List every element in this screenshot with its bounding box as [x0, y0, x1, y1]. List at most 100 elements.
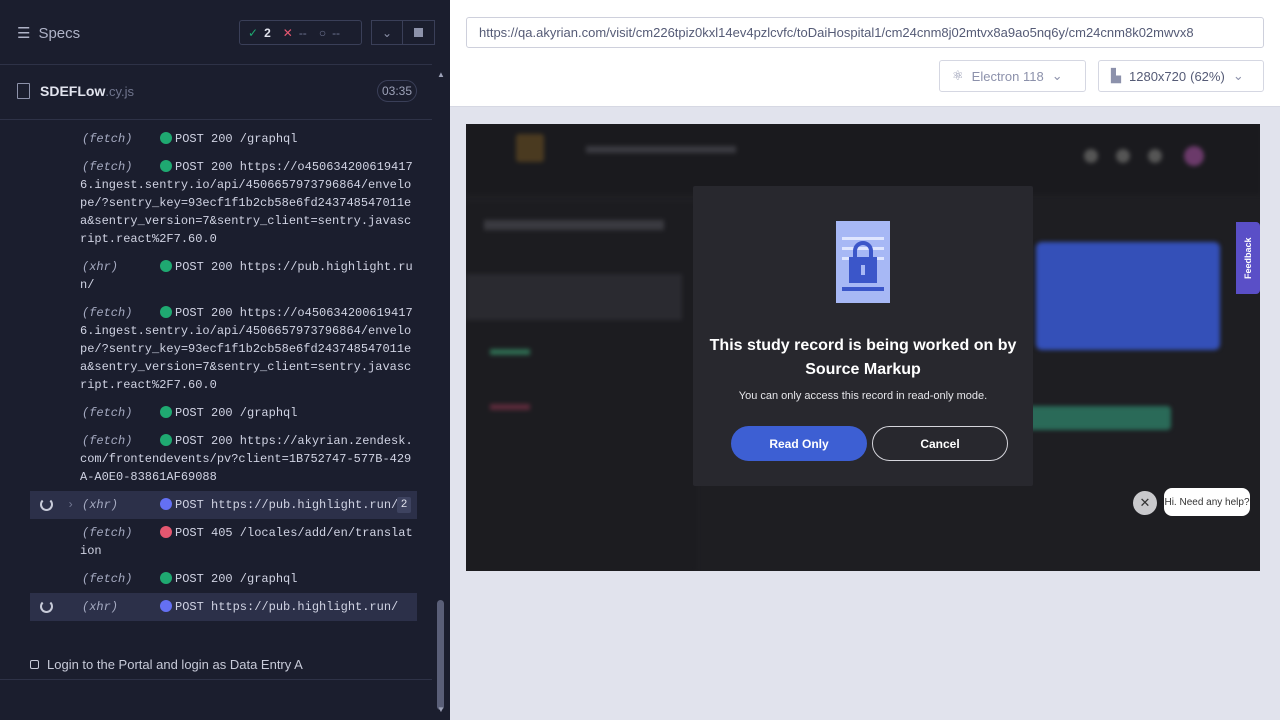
request-type: (xhr): [82, 498, 119, 512]
command-log-row[interactable]: (fetch) POST 200 /graphql: [30, 399, 417, 427]
request-type: (fetch): [82, 406, 133, 420]
help-chat-bubble[interactable]: Hi. Need any help?: [1164, 488, 1250, 516]
request-message: POST https://pub.highlight.run/: [80, 496, 417, 514]
request-text: POST https://pub.highlight.run/: [175, 600, 399, 614]
cross-icon: ✕: [282, 25, 293, 40]
app-green-badge: [1021, 406, 1171, 430]
sidebar-item: [490, 404, 530, 410]
chevron-right-icon[interactable]: ›: [67, 496, 74, 514]
scroll-up-icon[interactable]: ▲: [437, 70, 445, 79]
command-log-row[interactable]: (fetch) POST 200 https://akyrian.zendesk.…: [30, 427, 417, 491]
modal-subtitle: You can only access this record in read-…: [738, 390, 988, 402]
command-log-row[interactable]: (fetch) POST 200 https://o450634200619417…: [30, 153, 417, 253]
stop-button[interactable]: [403, 20, 435, 45]
read-only-button[interactable]: Read Only: [731, 426, 867, 461]
command-log-row[interactable]: (fetch) POST 200 /graphql: [30, 125, 417, 153]
command-log-panel: ☰ Specs ✓ 2 ✕ -- ○ -- ⌄ SDEFLow.cy.js 03…: [0, 0, 450, 720]
spinner-icon: [40, 498, 53, 511]
stop-icon: [414, 28, 423, 37]
request-type: (fetch): [82, 572, 133, 586]
document-icon: [17, 83, 30, 99]
chevron-down-icon: ⌄: [1051, 68, 1063, 83]
sidebar-heading: [484, 220, 664, 230]
request-type: (fetch): [82, 132, 133, 146]
request-type: (fetch): [82, 306, 133, 320]
modal-title: This study record is being worked on by …: [709, 337, 1017, 378]
request-type: (fetch): [82, 160, 133, 174]
failed-count: --: [298, 25, 307, 40]
url-input[interactable]: https://qa.akyrian.com/visit/cm226tpiz0k…: [466, 17, 1264, 48]
chevron-down-icon: ⌄: [1232, 68, 1244, 83]
spinner-icon: ○: [318, 25, 327, 40]
app-preview-panel: https://qa.akyrian.com/visit/cm226tpiz0k…: [450, 0, 1280, 720]
command-log-row[interactable]: (fetch) POST 200 https://o450634200619417…: [30, 299, 417, 399]
request-text: POST 200 https://pub.highlight.run/: [80, 260, 413, 292]
request-count-badge: 2: [397, 497, 411, 513]
status-dot-icon: [160, 306, 172, 318]
browser-selector[interactable]: ⚛ Electron 118 ⌄: [939, 60, 1086, 92]
status-dot-icon: [160, 132, 172, 144]
help-icon: [1148, 149, 1162, 163]
specs-button[interactable]: ☰ Specs: [17, 24, 81, 43]
app-iframe: This study record is being worked on by …: [466, 124, 1260, 571]
spec-file-name[interactable]: SDEFLow.cy.js: [40, 83, 134, 99]
status-dot-icon: [160, 260, 172, 272]
electron-icon: ⚛: [952, 68, 964, 83]
duration-badge: 03:35: [377, 80, 417, 102]
status-dot-icon: [160, 406, 172, 418]
sidebar-item: [490, 349, 530, 355]
aut-header: https://qa.akyrian.com/visit/cm226tpiz0k…: [450, 0, 1280, 107]
test-status-icon: [30, 660, 39, 669]
request-message: POST https://pub.highlight.run/: [80, 598, 417, 616]
command-log-row[interactable]: (fetch) POST 405 /locales/add/en/translat…: [30, 519, 417, 565]
status-dot-icon: [160, 498, 172, 510]
avatar: [1184, 146, 1204, 166]
test-title[interactable]: Login to the Portal and login as Data En…: [30, 657, 417, 672]
request-text: POST 200 /graphql: [175, 572, 298, 586]
status-dot-icon: [160, 434, 172, 446]
feedback-tab[interactable]: Feedback: [1236, 222, 1260, 294]
app-topbar: [466, 124, 1260, 194]
request-text: POST https://pub.highlight.run/: [175, 498, 399, 512]
viewport-label: 1280x720: [1129, 68, 1187, 84]
scroll-down-icon[interactable]: ▼: [437, 705, 445, 714]
status-dot-icon: [160, 572, 172, 584]
log-footer-divider: [0, 679, 432, 680]
status-dot-icon: [160, 600, 172, 612]
specs-label: Specs: [38, 24, 81, 42]
scroll-thumb[interactable]: [437, 600, 444, 710]
request-message: POST 200 https://pub.highlight.run/: [80, 258, 417, 294]
request-type: (fetch): [82, 434, 133, 448]
request-text: POST 200 /graphql: [175, 406, 298, 420]
request-type: (fetch): [82, 526, 133, 540]
lock-icon: [836, 221, 890, 303]
log-scrollbar[interactable]: ▲ ▼: [432, 65, 450, 720]
viewport-selector[interactable]: ▙ 1280x720 (62%) ⌄: [1098, 60, 1264, 92]
viewport-scale: (62%): [1190, 68, 1225, 84]
read-only-modal: This study record is being worked on by …: [693, 186, 1033, 486]
app-blue-card: [1036, 242, 1220, 350]
request-type: (xhr): [82, 260, 119, 274]
passed-count: 2: [264, 25, 271, 40]
status-dot-icon: [160, 160, 172, 172]
spec-file-header: SDEFLow.cy.js 03:35: [0, 66, 432, 120]
app-logo: [516, 134, 544, 162]
viewport-icon: ▙: [1111, 68, 1121, 83]
chevron-down-icon[interactable]: ⌄: [371, 20, 403, 45]
browser-label: Electron 118: [971, 68, 1044, 84]
command-log-row[interactable]: (fetch) POST 200 /graphql: [30, 565, 417, 593]
bell-icon: [1116, 149, 1130, 163]
command-log-row[interactable]: (xhr) POST https://pub.highlight.run/: [30, 593, 417, 621]
sidebar-item-selected: [466, 274, 682, 320]
command-log-row[interactable]: (xhr) POST 200 https://pub.highlight.run/: [30, 253, 417, 299]
command-log-row[interactable]: › (xhr) POST https://pub.highlight.run/2: [30, 491, 417, 519]
command-log: (fetch) POST 200 /graphql (fetch) POST 200 …: [30, 125, 417, 621]
spinner-icon: [40, 600, 53, 613]
app-sidebar: [466, 204, 696, 571]
cancel-button[interactable]: Cancel: [872, 426, 1008, 461]
test-title-label: Login to the Portal and login as Data En…: [47, 657, 303, 672]
status-dot-icon: [160, 526, 172, 538]
test-stats: ✓ 2 ✕ -- ○ --: [239, 20, 362, 45]
close-icon[interactable]: ✕: [1133, 491, 1157, 515]
search-icon: [1084, 149, 1098, 163]
